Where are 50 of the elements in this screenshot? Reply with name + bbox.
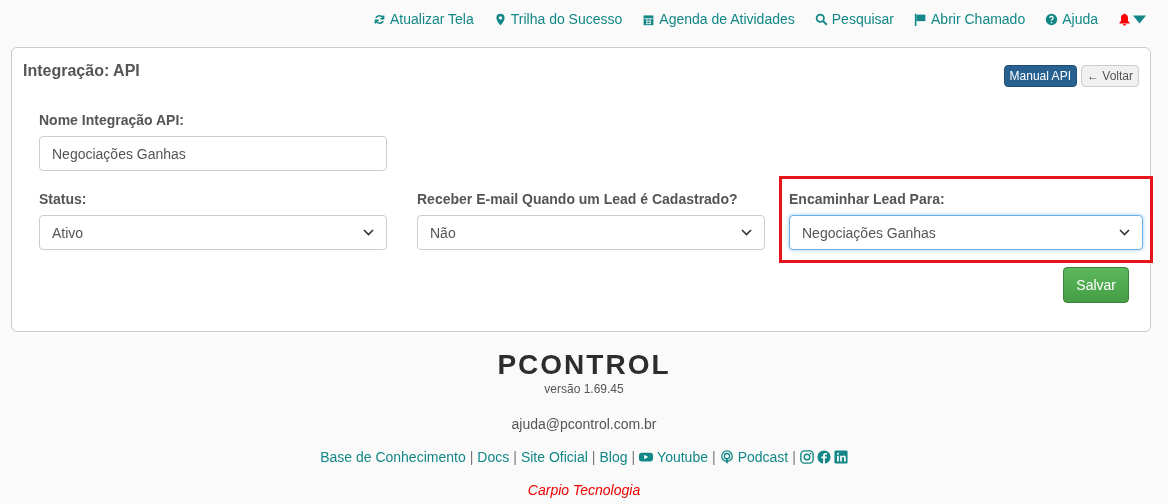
footer-link[interactable]: Podcast <box>719 449 789 465</box>
chevron-down-icon <box>741 229 752 236</box>
flag-icon <box>914 12 928 26</box>
separator: | <box>631 449 636 465</box>
instagram-icon[interactable] <box>799 450 814 464</box>
separator: | <box>712 449 716 465</box>
chevron-down-icon <box>1119 229 1130 236</box>
field-label: Status: <box>39 191 88 207</box>
field-label: Encaminhar Lead Para: <box>789 191 946 207</box>
footer-link[interactable]: Blog <box>599 449 628 465</box>
nav-link[interactable]: Abrir Chamado <box>914 11 1026 27</box>
logo: PCONTROL <box>497 350 671 380</box>
back-button[interactable]: ← Voltar <box>1080 65 1139 87</box>
chevron-down-icon <box>363 229 374 236</box>
nav-link[interactable]: Trilha do Sucesso <box>493 11 623 27</box>
company-name: Carpio Tecnologia <box>527 482 641 498</box>
help-icon <box>1045 12 1059 26</box>
nav-link[interactable]: Pesquisar <box>814 11 895 27</box>
select-field[interactable]: Negociações Ganhas <box>789 215 1143 250</box>
bell-icon[interactable] <box>1118 12 1131 26</box>
separator: | <box>591 449 596 465</box>
card-title: Integração: API <box>23 62 140 80</box>
select-field[interactable]: Ativo <box>39 215 387 250</box>
name-input-field[interactable]: Negociações Ganhas <box>39 136 387 171</box>
nav-link[interactable]: Atualizar Tela <box>372 11 474 27</box>
refresh-icon <box>372 12 386 26</box>
nav-link[interactable]: Agenda de Atividades <box>642 11 795 27</box>
separator: | <box>513 449 517 465</box>
podcast-icon <box>719 450 734 464</box>
nav-link[interactable]: Ajuda <box>1045 11 1098 27</box>
footer-link[interactable]: Base de Conhecimento <box>320 449 466 465</box>
facebook-icon[interactable] <box>816 450 831 464</box>
manual-button[interactable]: Manual API <box>1003 65 1077 87</box>
footer-link[interactable]: Youtube <box>639 449 708 465</box>
save-button[interactable]: Salvar <box>1063 267 1129 303</box>
separator: | <box>792 449 796 465</box>
calendar-icon <box>642 12 656 26</box>
linkedin-icon[interactable] <box>833 450 848 464</box>
version-text: versão 1.69.45 <box>544 382 624 396</box>
caret-icon[interactable] <box>1133 12 1146 26</box>
separator: | <box>469 449 474 465</box>
field-label: Receber E-mail Quando um Lead é Cadastrado? <box>417 191 739 207</box>
footer-link[interactable]: Site Oficial <box>520 449 588 465</box>
select-field[interactable]: Não <box>417 215 765 250</box>
video-play-icon <box>639 450 654 464</box>
field-label: Nome Integração API: <box>39 112 185 128</box>
footer-link[interactable]: Docs <box>477 449 510 465</box>
email-text: ajuda@pcontrol.com.br <box>511 416 657 432</box>
search-icon <box>814 12 828 26</box>
pin-icon <box>493 12 507 26</box>
